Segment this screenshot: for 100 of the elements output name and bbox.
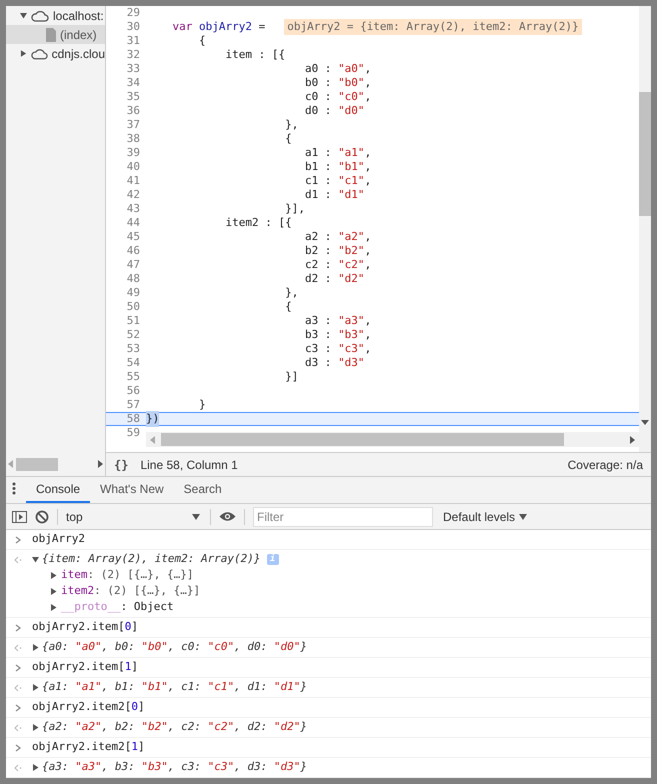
line-number: 35	[126, 90, 141, 104]
line-number: 43	[126, 202, 141, 216]
line-number: 51	[126, 314, 141, 328]
console-command: objArry2	[32, 531, 85, 548]
expand-arrow-icon[interactable]	[50, 572, 57, 578]
coverage-status: Coverage: n/a	[568, 456, 643, 474]
expand-arrow-icon[interactable]	[32, 644, 39, 651]
tree-item[interactable]: cdnjs.clou	[6, 44, 105, 63]
context-select[interactable]: top	[66, 508, 202, 526]
console-result: {a1: "a1", b1: "b1", c1: "c1", d1: "d1"}	[42, 679, 307, 696]
expand-arrow-icon[interactable]	[32, 556, 39, 563]
code-line: },	[284, 284, 298, 301]
expand-arrow-icon[interactable]	[20, 50, 27, 57]
inline-value: objArry2 = {item: Array(2), item2: Array(2)}	[284, 18, 582, 36]
vertical-scrollbar[interactable]	[639, 6, 651, 452]
console-result: {a0: "a0", b0: "b0", c0: "c0", d0: "d0"}	[42, 639, 307, 656]
code-line: a2 : "a2",	[304, 228, 372, 245]
code-line: {	[198, 32, 206, 49]
tree-item[interactable]: (index)	[6, 25, 105, 44]
expand-arrow-icon[interactable]	[50, 588, 57, 594]
line-number: 46	[126, 244, 141, 258]
line-number: 52	[126, 328, 141, 342]
console-result: {a3: "a3", b3: "b3", c3: "c3", d3: "d3"}	[42, 759, 307, 776]
property-line: __proto__: Object	[61, 598, 174, 615]
code-line: c2 : "c2",	[304, 256, 372, 273]
line-number: 30	[126, 20, 141, 34]
expand-arrow-icon[interactable]	[50, 604, 57, 610]
expand-arrow-icon[interactable]	[20, 12, 27, 19]
tree-item-label: localhost:	[53, 8, 104, 24]
pretty-print-icon[interactable]: {}	[114, 456, 128, 474]
clear-console-icon[interactable]	[35, 510, 49, 524]
result-icon	[14, 644, 22, 652]
line-number: 45	[126, 230, 141, 244]
line-number: 36	[126, 104, 141, 118]
line-number: 29	[126, 6, 141, 20]
tree-item[interactable]: localhost:	[6, 6, 105, 25]
code-line: a3 : "a3",	[304, 312, 372, 329]
file-icon	[46, 28, 56, 42]
scrollbar-thumb[interactable]	[16, 458, 58, 470]
tree-item-label: (index)	[60, 26, 97, 44]
console-result: {a2: "a2", b2: "b2", c2: "c2", d2: "d2"}	[42, 719, 307, 736]
code-line: {	[284, 298, 292, 315]
scroll-right-icon[interactable]	[630, 436, 635, 444]
line-number: 48	[126, 272, 141, 286]
dropdown-caret-icon	[192, 514, 200, 520]
code-line: }],	[284, 200, 305, 217]
code-line: b0 : "b0",	[304, 74, 372, 91]
line-number: 32	[126, 48, 141, 62]
prompt-icon	[14, 704, 22, 712]
dropdown-caret-icon	[519, 514, 528, 520]
code-line: }	[198, 396, 206, 413]
line-number: 41	[126, 174, 141, 188]
filter-field[interactable]: Filter	[253, 506, 433, 526]
scroll-down-icon[interactable]	[641, 420, 649, 425]
horizontal-scrollbar[interactable]	[146, 432, 639, 447]
line-number: 49	[126, 286, 141, 300]
drawer-tab[interactable]: What's New	[90, 477, 174, 503]
property-line: item: (2) [{…}, {…}]	[61, 566, 194, 583]
line-number: 57	[126, 398, 141, 412]
code-line: c0 : "c0",	[304, 88, 372, 105]
line-number: 31	[126, 34, 141, 48]
code-line: b3 : "b3",	[304, 326, 372, 343]
line-number: 54	[126, 356, 141, 370]
eye-icon[interactable]	[219, 511, 236, 522]
line-number: 44	[126, 216, 141, 230]
tree-item-label: cdnjs.clou	[52, 46, 105, 62]
log-levels-dropdown[interactable]: Default levels	[443, 508, 528, 526]
scroll-right-icon[interactable]	[98, 460, 103, 468]
prompt-icon	[14, 536, 22, 544]
code-line: a0 : "a0",	[304, 60, 372, 77]
code-line: b2 : "b2",	[304, 242, 372, 259]
cloud-icon	[30, 48, 48, 60]
sidebar-toggle-icon[interactable]	[12, 510, 27, 522]
more-options-icon[interactable]	[12, 482, 16, 495]
result-icon	[14, 684, 22, 692]
expand-arrow-icon[interactable]	[32, 724, 39, 731]
expand-arrow-icon[interactable]	[32, 764, 39, 771]
line-number: 56	[126, 384, 141, 398]
line-number: 34	[126, 76, 141, 90]
drawer-tab[interactable]: Search	[174, 477, 232, 503]
prompt-icon	[14, 664, 22, 672]
result-icon	[14, 724, 22, 732]
code-line: d1 : "d1"	[304, 186, 365, 203]
cloud-icon	[31, 10, 49, 22]
line-number: 53	[126, 342, 141, 356]
line-number: 55	[126, 370, 141, 384]
line-number: 50	[126, 300, 141, 314]
line-number: 39	[126, 146, 141, 160]
code-line: b1 : "b1",	[304, 158, 372, 175]
line-number: 40	[126, 160, 141, 174]
line-number: 59	[126, 426, 141, 440]
code-line: d3 : "d3"	[304, 354, 365, 371]
code-line: item2 : [{	[224, 214, 292, 231]
scrollbar-thumb[interactable]	[639, 92, 651, 216]
console-command: objArry2.item[0]	[32, 619, 138, 636]
code-line: d2 : "d2"	[304, 270, 365, 287]
console-command: objArry2.item2[1]	[32, 739, 145, 756]
expand-arrow-icon[interactable]	[32, 684, 39, 691]
scrollbar-thumb[interactable]	[161, 433, 564, 446]
console-result: {item: Array(2), item2: Array(2)}	[42, 551, 261, 568]
